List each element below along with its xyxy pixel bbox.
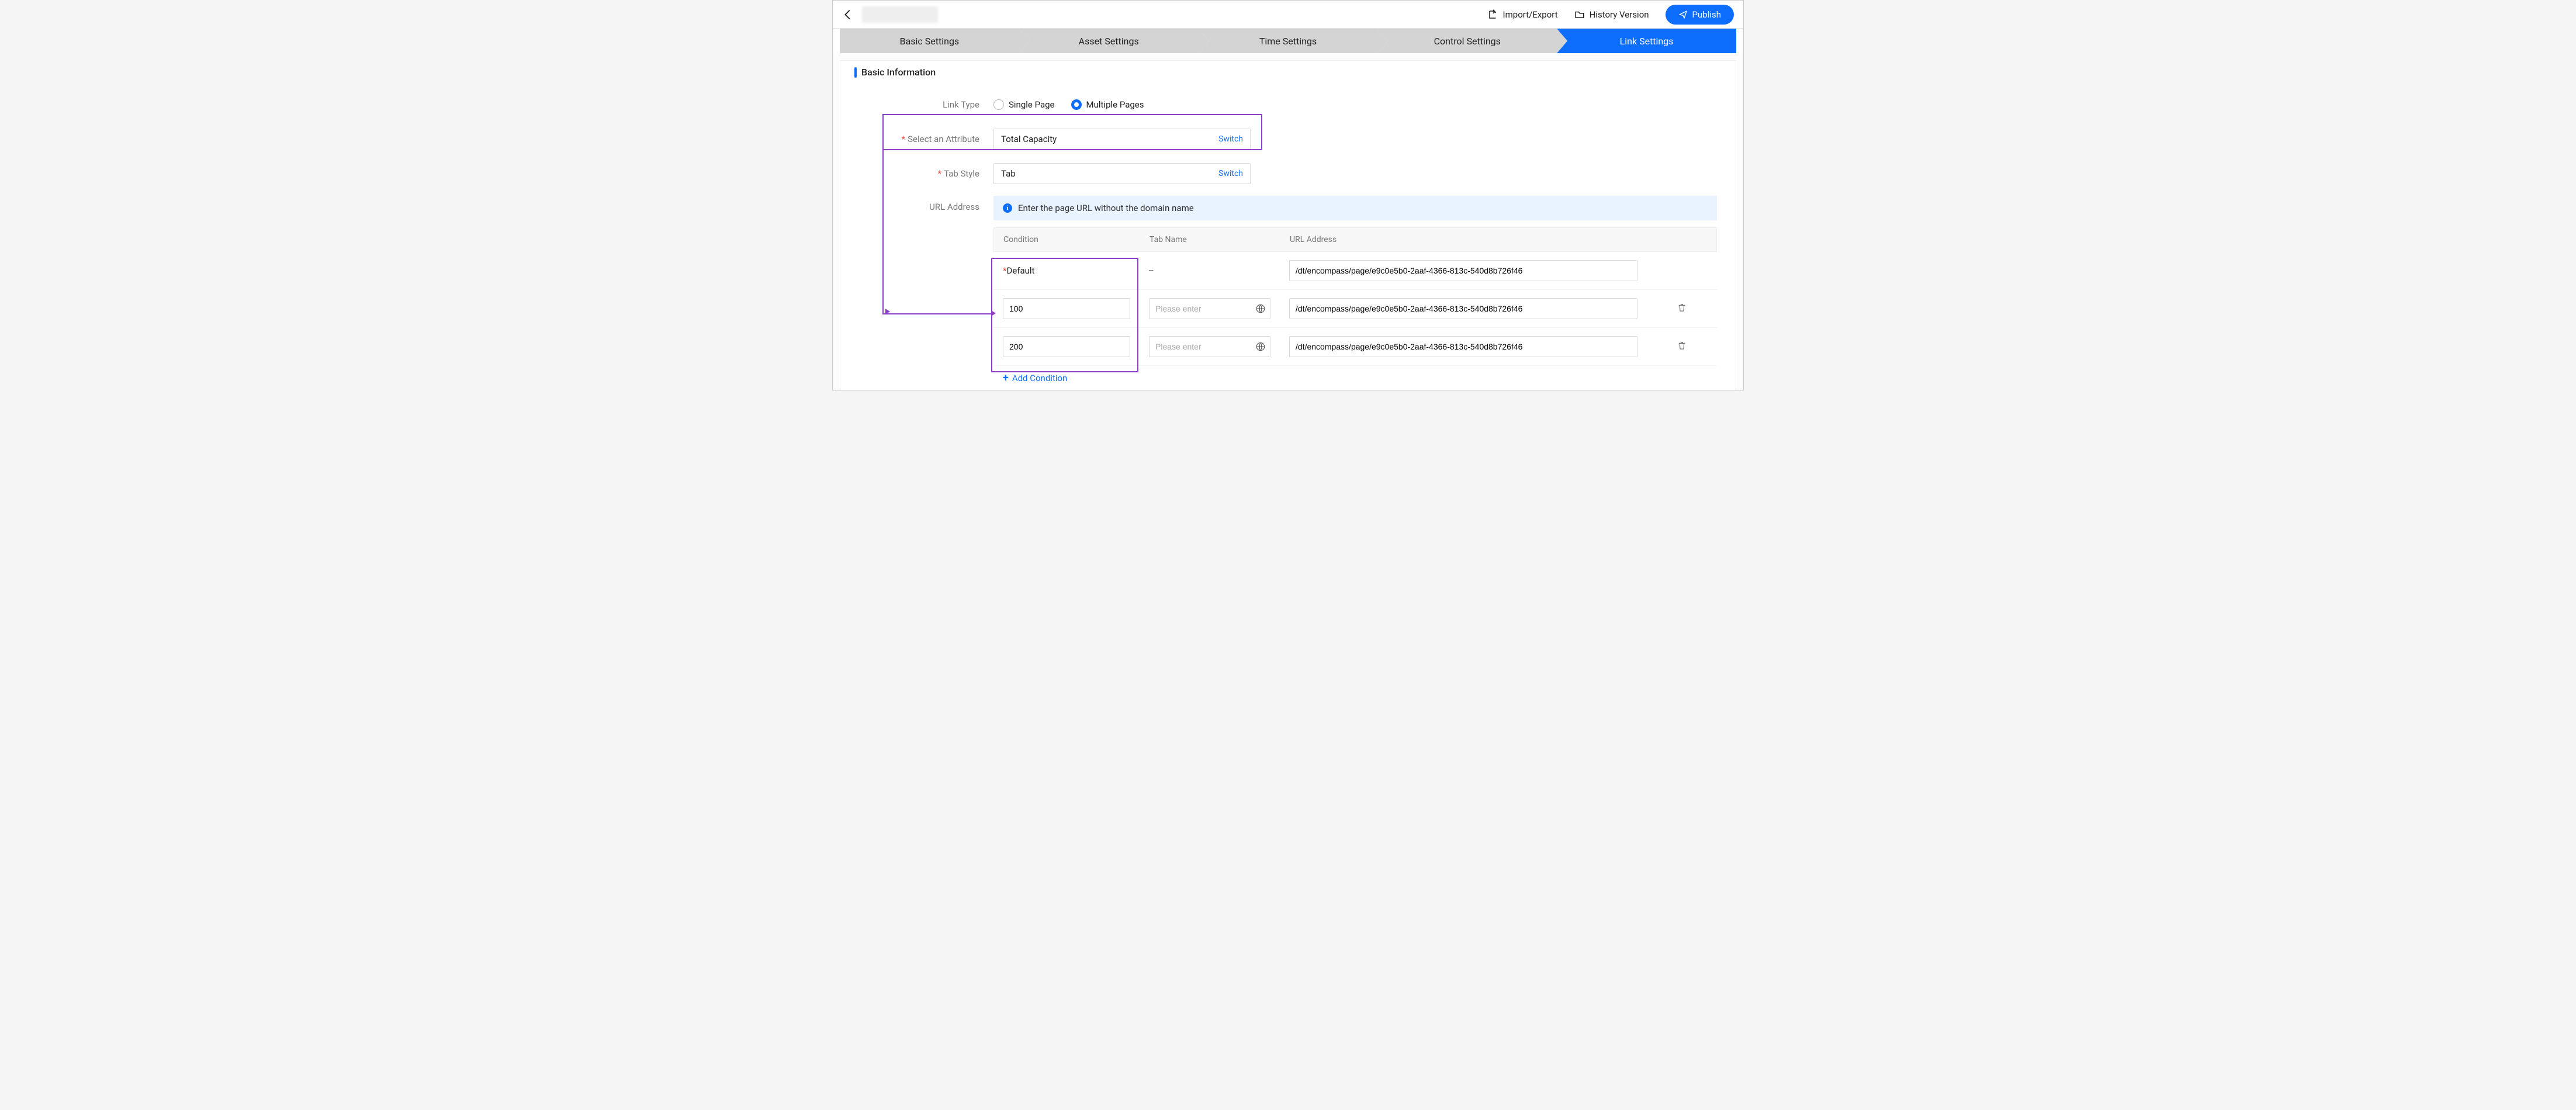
history-version-label: History Version [1590, 9, 1649, 20]
import-export-label: Import/Export [1503, 9, 1558, 20]
link-type-label: Link Type [859, 99, 993, 110]
add-condition-button[interactable]: + Add Condition [993, 366, 1717, 384]
row-tab-style: *Tab Style Tab Switch [859, 157, 1717, 190]
import-export-button[interactable]: Import/Export [1488, 9, 1558, 20]
url-input[interactable] [1289, 298, 1637, 319]
delete-row-button[interactable] [1677, 340, 1687, 351]
select-attribute-value: Total Capacity [1001, 134, 1057, 144]
table-row [993, 290, 1717, 328]
info-text: Enter the page URL without the domain na… [1018, 203, 1194, 213]
header-condition: Condition [994, 228, 1140, 251]
tab-style-value: Tab [1001, 168, 1016, 179]
trash-icon [1677, 340, 1687, 351]
add-condition-label: Add Condition [1012, 373, 1068, 383]
send-icon [1678, 10, 1688, 19]
tab-style-input[interactable]: Tab Switch [993, 163, 1251, 184]
row-url-address: URL Address i Enter the page URL without… [859, 190, 1717, 384]
step-asset-settings[interactable]: Asset Settings [1019, 29, 1199, 53]
condition-input[interactable] [1003, 298, 1130, 319]
info-banner: i Enter the page URL without the domain … [993, 196, 1717, 220]
url-input[interactable] [1289, 336, 1637, 357]
globe-icon[interactable] [1255, 303, 1266, 314]
section-title-text: Basic Information [861, 67, 936, 78]
switch-link-tab-style[interactable]: Switch [1218, 169, 1243, 178]
header-url: URL Address [1280, 228, 1646, 251]
radio-icon [993, 99, 1004, 110]
radio-single-label: Single Page [1009, 99, 1055, 110]
radio-multiple-label: Multiple Pages [1086, 99, 1144, 110]
history-version-button[interactable]: History Version [1574, 9, 1649, 20]
publish-button[interactable]: Publish [1666, 5, 1734, 25]
import-export-icon [1488, 9, 1498, 20]
tab-style-label: *Tab Style [859, 168, 993, 179]
url-address-label: URL Address [859, 196, 993, 212]
trash-icon [1677, 302, 1687, 313]
select-attribute-input[interactable]: Total Capacity Switch [993, 129, 1251, 150]
radio-icon [1071, 99, 1082, 110]
topbar: Import/Export History Version Publish [833, 1, 1743, 29]
url-table: Condition Tab Name URL Address *Default [993, 227, 1717, 384]
table-row-default: *Default -- [993, 252, 1717, 290]
radio-single-page[interactable]: Single Page [993, 99, 1055, 110]
radio-multiple-pages[interactable]: Multiple Pages [1071, 99, 1144, 110]
url-table-header: Condition Tab Name URL Address [993, 227, 1717, 252]
header-tab-name: Tab Name [1140, 228, 1280, 251]
plus-icon: + [1003, 372, 1009, 384]
default-tab-value: -- [1140, 266, 1280, 275]
default-condition-label: *Default [1003, 265, 1034, 276]
switch-link-attribute[interactable]: Switch [1218, 134, 1243, 144]
select-attribute-label: *Select an Attribute [859, 134, 993, 144]
step-control-settings[interactable]: Control Settings [1377, 29, 1557, 53]
folder-icon [1574, 9, 1585, 20]
step-basic-settings[interactable]: Basic Settings [840, 29, 1019, 53]
globe-icon[interactable] [1255, 341, 1266, 352]
step-time-settings[interactable]: Time Settings [1199, 29, 1378, 53]
content-area: Basic Information Link Type [833, 53, 1743, 390]
tab-name-input[interactable] [1149, 298, 1270, 319]
panel: Basic Information Link Type [840, 60, 1736, 390]
table-row [993, 328, 1717, 366]
back-button[interactable] [837, 4, 858, 25]
arrow-left-icon [842, 8, 854, 21]
row-link-type: Link Type Single Page Multiple Pages [859, 88, 1717, 121]
default-url-input[interactable] [1289, 260, 1637, 281]
page-title-placeholder [862, 6, 938, 23]
publish-label: Publish [1692, 9, 1721, 20]
section-title: Basic Information [840, 61, 1736, 82]
condition-input[interactable] [1003, 336, 1130, 357]
row-select-attribute: *Select an Attribute Total Capacity Swit… [859, 121, 1717, 157]
step-link-settings[interactable]: Link Settings [1557, 29, 1736, 53]
tab-name-input[interactable] [1149, 336, 1270, 357]
step-tabs: Basic Settings Asset Settings Time Setti… [833, 29, 1743, 53]
link-type-radio-group: Single Page Multiple Pages [993, 99, 1144, 110]
info-icon: i [1003, 203, 1012, 213]
delete-row-button[interactable] [1677, 302, 1687, 313]
